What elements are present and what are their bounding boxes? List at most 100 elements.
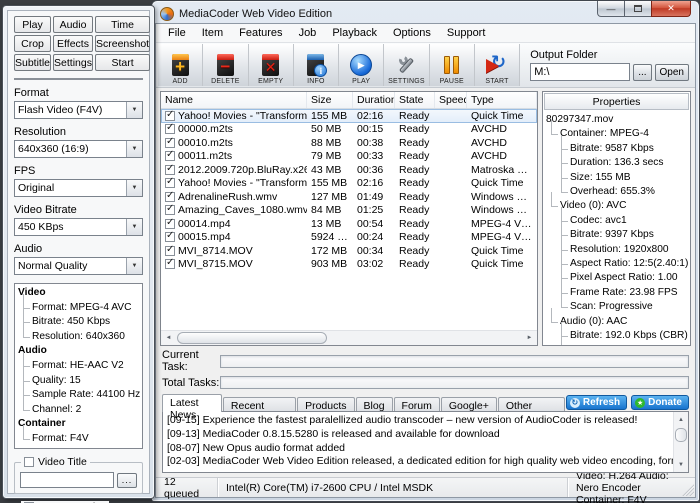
row-checkbox[interactable] — [165, 123, 175, 135]
donate-button[interactable]: ★ Donate — [631, 395, 689, 410]
column-size[interactable]: Size — [307, 92, 353, 108]
audio-quality-select[interactable]: Normal Quality ▼ — [14, 257, 143, 275]
table-row[interactable]: 00011.m2ts 79 MB00:33 Ready AVCHD — [161, 150, 537, 164]
tab-blog[interactable]: Blog — [355, 397, 393, 412]
tree-item[interactable]: Sample Rate: 48000 Hz — [561, 336, 687, 345]
play-tab-button[interactable]: Play — [14, 16, 52, 33]
column-duration[interactable]: Duration — [353, 92, 395, 108]
row-checkbox[interactable] — [165, 218, 175, 229]
scrollbar-thumb[interactable] — [675, 428, 687, 442]
tab-other-projects[interactable]: Other Projects — [497, 397, 565, 424]
maximize-button[interactable] — [625, 1, 651, 17]
table-row[interactable]: 00010.m2ts 88 MB00:38 Ready AVCHD — [161, 136, 537, 150]
empty-button[interactable]: ✕ EMPTY — [248, 44, 294, 86]
table-row[interactable]: MVI_8715.MOV 903 MB03:02 Ready Quick Tim… — [161, 258, 537, 272]
info-button[interactable]: i INFO — [293, 44, 340, 86]
column-name[interactable]: Name — [161, 92, 307, 108]
tab-latest-news[interactable]: Latest News — [162, 394, 222, 421]
chevron-down-icon[interactable]: ▼ — [126, 219, 142, 235]
menu-features[interactable]: Features — [231, 25, 290, 41]
tree-item[interactable]: Overhead: 655.3% — [561, 177, 687, 199]
output-folder-input[interactable]: M:\ — [530, 63, 631, 81]
row-checkbox[interactable] — [165, 177, 175, 189]
table-row[interactable]: MVI_8714.MOV 172 MB00:34 Ready Quick Tim… — [161, 244, 537, 258]
crop-tab-button[interactable]: Crop — [14, 35, 52, 52]
start-tab-button[interactable]: Start — [94, 54, 151, 71]
settings-button[interactable]: SETTINGS — [384, 44, 430, 86]
tree-item[interactable]: Video (0): AVC — [551, 192, 687, 213]
tree-item[interactable]: Container: MPEG-4 — [551, 120, 687, 141]
tree-item[interactable]: Duration: 136.3 secs — [561, 149, 687, 170]
video-title-checkbox[interactable] — [24, 457, 34, 467]
minimize-button[interactable]: — — [597, 1, 625, 17]
news-item[interactable]: [08-07] New Opus audio format added — [167, 442, 669, 456]
menu-file[interactable]: File — [160, 25, 194, 41]
tree-item[interactable]: Frame Rate: 23.98 FPS — [561, 278, 687, 300]
scrollbar-thumb[interactable] — [177, 332, 327, 344]
table-row[interactable]: 2012.2009.720p.BluRay.x264.DT... 43 MB00… — [161, 163, 537, 177]
titlebar[interactable]: MediaCoder Web Video Edition — ✕ — [152, 1, 699, 23]
tab-forum[interactable]: Forum — [393, 397, 440, 412]
table-row[interactable]: 00000.m2ts 50 MB00:15 Ready AVCHD — [161, 123, 537, 137]
row-checkbox[interactable] — [165, 164, 175, 175]
table-row[interactable]: 00015.mp4 5924 KB00:24 Ready MPEG-4 Vide… — [161, 231, 537, 245]
tree-item[interactable]: Resolution: 1920x800 — [561, 235, 687, 257]
tree-item[interactable]: Size: 155 MB — [561, 163, 687, 185]
news-item[interactable]: [02-03] MediaCoder Web Video Edition rel… — [167, 455, 673, 469]
scroll-down-icon[interactable]: ▼ — [674, 457, 689, 472]
pause-button[interactable]: PAUSE — [429, 44, 475, 86]
row-checkbox[interactable] — [165, 137, 175, 148]
news-item[interactable]: [09-13] MediaCoder 0.8.15.5280 is releas… — [167, 428, 669, 442]
subtitle-tab-button[interactable]: Subtitle — [14, 54, 52, 71]
row-checkbox[interactable] — [165, 204, 175, 216]
browse-output-button[interactable]: ... — [633, 63, 652, 81]
table-row[interactable]: Yahoo! Movies - "Transformers: R... 155 … — [161, 177, 537, 191]
screenshot-tab-button[interactable]: Screenshot — [94, 35, 151, 52]
horizontal-scrollbar[interactable]: ◄ ► — [161, 330, 537, 345]
column-state[interactable]: State — [395, 92, 435, 108]
row-checkbox[interactable] — [165, 245, 175, 256]
table-row[interactable]: Yahoo! Movies - "Transformers: R... 155 … — [161, 109, 537, 123]
format-select[interactable]: Flash Video (F4V) ▼ — [14, 101, 143, 119]
play-button[interactable]: ▶ PLAY — [339, 44, 385, 86]
table-row[interactable]: AdrenalineRush.wmv 127 MB01:49 Ready Win… — [161, 190, 537, 204]
menu-job[interactable]: Job — [291, 25, 325, 41]
tree-item[interactable]: Audio (0): AAC — [551, 307, 687, 329]
tab-google-plus[interactable]: Google+ — [440, 397, 497, 412]
tree-item[interactable]: 80297347.mov — [546, 113, 687, 127]
resolution-select[interactable]: 640x360 (16:9) ▼ — [14, 140, 143, 158]
table-row[interactable]: 00014.mp4 13 MB00:54 Ready MPEG-4 Video — [161, 217, 537, 231]
add-button[interactable]: + ADD — [158, 44, 204, 86]
menu-options[interactable]: Options — [385, 25, 439, 41]
video-bitrate-select[interactable]: 450 KBps ▼ — [14, 218, 143, 236]
audio-tab-button[interactable]: Audio — [53, 16, 93, 33]
effects-tab-button[interactable]: Effects — [53, 35, 93, 52]
tree-item[interactable]: Aspect Ratio: 12:5(2.40:1) — [561, 249, 688, 271]
row-checkbox[interactable] — [165, 110, 175, 121]
tree-item[interactable]: Bitrate: 192.0 Kbps (CBR) — [561, 321, 688, 343]
chevron-down-icon[interactable]: ▼ — [126, 141, 142, 157]
row-checkbox[interactable] — [165, 150, 175, 162]
chevron-down-icon[interactable]: ▼ — [126, 102, 142, 118]
video-title-browse-button[interactable]: ... — [117, 472, 137, 488]
menu-item[interactable]: Item — [194, 25, 231, 41]
tree-item[interactable]: Bitrate: 9397 Kbps — [561, 221, 687, 242]
tab-recent-updates[interactable]: Recent Updates — [222, 397, 297, 424]
resize-grip[interactable] — [682, 484, 694, 496]
column-speed[interactable]: Speed — [435, 92, 467, 108]
row-checkbox[interactable] — [165, 231, 175, 243]
tree-item[interactable]: Scan: Progressive — [561, 293, 687, 314]
vertical-scrollbar[interactable]: ▲ ▼ — [673, 412, 688, 472]
tree-item[interactable]: Pixel Aspect Ratio: 1.00 — [561, 264, 687, 285]
row-checkbox[interactable] — [165, 258, 175, 270]
menu-playback[interactable]: Playback — [324, 25, 385, 41]
tree-item[interactable]: Bitrate: 9587 Kbps — [561, 134, 687, 156]
column-type[interactable]: Type — [467, 92, 537, 108]
time-tab-button[interactable]: Time — [94, 16, 151, 33]
scroll-right-icon[interactable]: ► — [522, 331, 537, 346]
chevron-down-icon[interactable]: ▼ — [126, 180, 142, 196]
scroll-up-icon[interactable]: ▲ — [674, 412, 689, 427]
video-title-input[interactable] — [20, 472, 114, 488]
open-output-button[interactable]: Open — [654, 63, 689, 81]
row-checkbox[interactable] — [165, 191, 175, 202]
